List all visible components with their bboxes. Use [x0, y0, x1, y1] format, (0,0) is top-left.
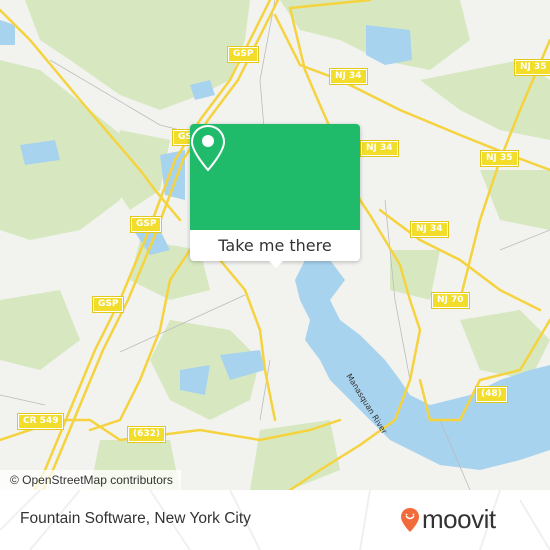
road-shield: NJ 35 — [514, 59, 550, 76]
road-shield: GSP — [226, 46, 260, 63]
road-shield: GSP — [129, 216, 163, 233]
road-shield: CR 549 — [16, 413, 65, 430]
road-shield: NJ 34 — [360, 140, 399, 157]
map-view[interactable]: Manasquan River GSP GSP GSP GSP NJ 34 NJ 34 NJ… — [0, 0, 550, 490]
map-attribution[interactable]: © OpenStreetMap contributors — [0, 470, 181, 490]
road-shield: (48) — [475, 386, 508, 403]
footer-bar: Fountain Software, New York City moovit — [0, 490, 550, 550]
road-shield: NJ 70 — [431, 292, 470, 309]
destination-popup: Take me there — [190, 124, 360, 268]
road-shield: GSP — [91, 296, 125, 313]
road-shield: NJ 35 — [480, 150, 519, 167]
road-shield: NJ 34 — [329, 68, 368, 85]
popup-pointer — [268, 260, 284, 268]
moovit-pin-icon — [401, 507, 419, 532]
take-me-there-button[interactable]: Take me there — [190, 230, 360, 261]
moovit-logo[interactable]: moovit — [400, 504, 496, 535]
place-name: Fountain Software, New York City — [20, 510, 251, 527]
popup-header — [190, 124, 360, 230]
road-shield: NJ 34 — [410, 221, 449, 238]
location-pin-icon — [190, 124, 226, 172]
brand-wordmark: moovit — [422, 504, 496, 534]
road-shield: (632) — [126, 426, 167, 443]
